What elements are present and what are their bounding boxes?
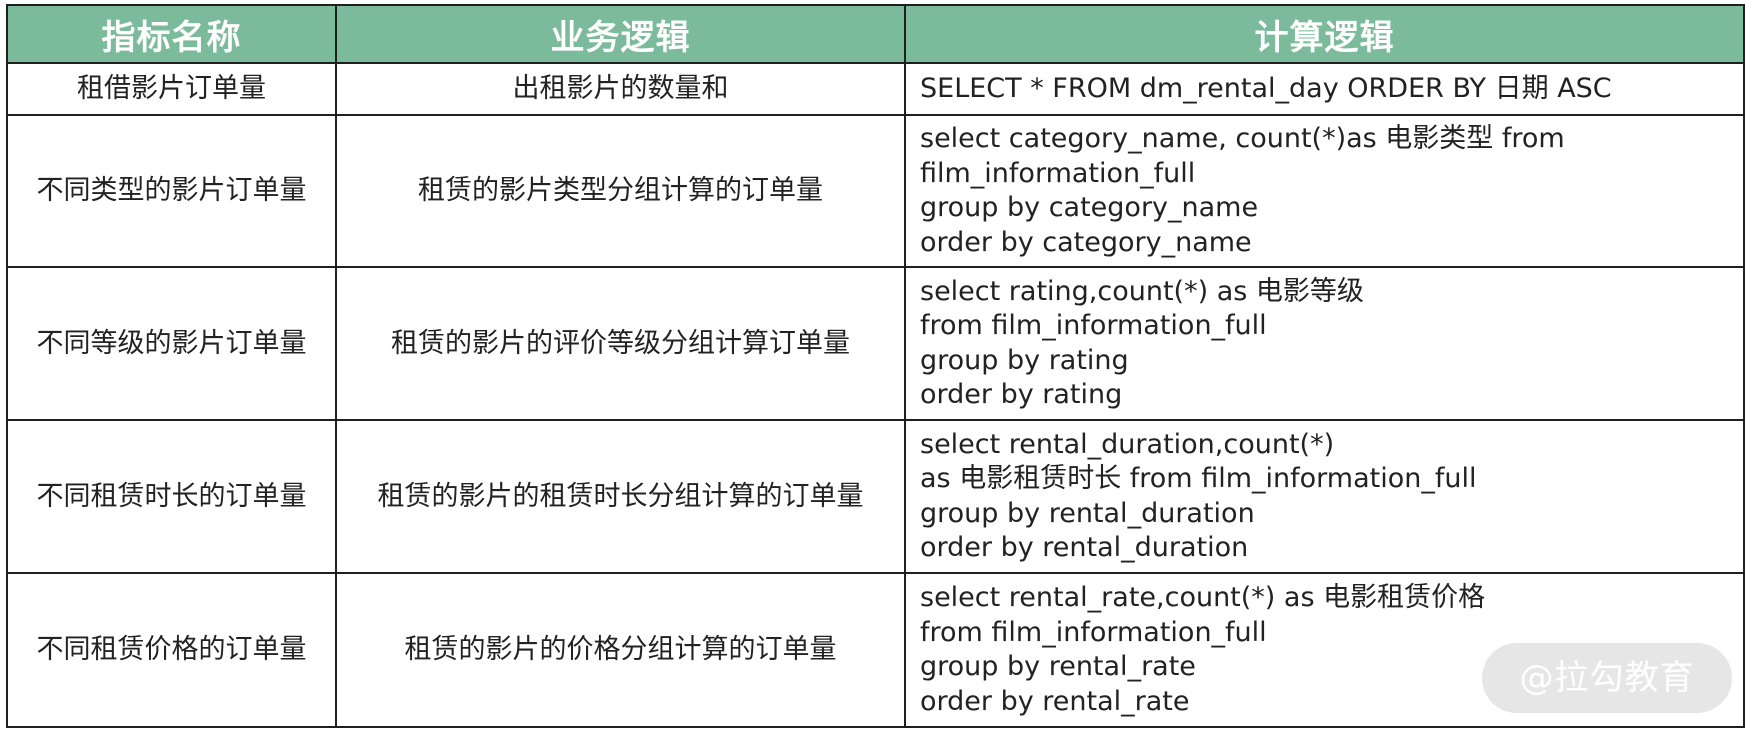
table-row: 不同租赁价格的订单量 租赁的影片的价格分组计算的订单量 select renta… bbox=[6, 572, 1745, 728]
table-row: 不同类型的影片订单量 租赁的影片类型分组计算的订单量 select catego… bbox=[6, 114, 1745, 268]
metric-name-cell: 租借影片订单量 bbox=[6, 62, 337, 116]
sql-line: select rating,count(*) as 电影等级 bbox=[920, 275, 1364, 307]
calculation-logic-cell: select rental_duration,count(*) as 电影租赁时… bbox=[904, 419, 1745, 574]
metrics-table-container: 指标名称 业务逻辑 计算逻辑 租借影片订单量 出租影片的数量和 SELECT *… bbox=[6, 4, 1745, 728]
table-row: 租借影片订单量 出租影片的数量和 SELECT * FROM dm_rental… bbox=[6, 62, 1745, 116]
business-logic-cell: 租赁的影片的价格分组计算的订单量 bbox=[335, 572, 906, 728]
header-business-logic: 业务逻辑 bbox=[335, 4, 906, 64]
sql-line: film_information_full bbox=[920, 157, 1196, 189]
table-header-row: 指标名称 业务逻辑 计算逻辑 bbox=[6, 4, 1745, 64]
metric-name-cell: 不同租赁价格的订单量 bbox=[6, 572, 337, 728]
sql-line: order by rating bbox=[920, 379, 1123, 410]
sql-line: group by rating bbox=[920, 344, 1129, 376]
table-row: 不同等级的影片订单量 租赁的影片的评价等级分组计算订单量 select rati… bbox=[6, 266, 1745, 421]
sql-line: select category_name, count(*)as 电影类型 fr… bbox=[920, 123, 1565, 154]
sql-line: select rental_duration,count(*) bbox=[920, 428, 1335, 460]
sql-line: SELECT * FROM dm_rental_day ORDER BY 日期 … bbox=[920, 72, 1612, 104]
header-metric-name: 指标名称 bbox=[6, 4, 337, 64]
calculation-logic-cell: select category_name, count(*)as 电影类型 fr… bbox=[904, 114, 1745, 268]
calculation-logic-cell: SELECT * FROM dm_rental_day ORDER BY 日期 … bbox=[904, 62, 1745, 116]
watermark-badge: @拉勾教育 bbox=[1482, 643, 1732, 713]
sql-line: from film_information_full bbox=[920, 310, 1267, 341]
calculation-logic-cell: select rating,count(*) as 电影等级 from film… bbox=[904, 266, 1745, 421]
sql-line: group by category_name bbox=[920, 192, 1259, 223]
metrics-table: 指标名称 业务逻辑 计算逻辑 租借影片订单量 出租影片的数量和 SELECT *… bbox=[6, 4, 1745, 728]
sql-line: order by rental_duration bbox=[920, 532, 1249, 563]
sql-line: as 电影租赁时长 from film_information_full bbox=[920, 463, 1477, 494]
header-calculation-logic: 计算逻辑 bbox=[904, 4, 1745, 64]
sql-line: group by rental_duration bbox=[920, 497, 1255, 529]
business-logic-cell: 租赁的影片的评价等级分组计算订单量 bbox=[335, 266, 906, 421]
table-row: 不同租赁时长的订单量 租赁的影片的租赁时长分组计算的订单量 select ren… bbox=[6, 419, 1745, 574]
business-logic-cell: 租赁的影片的租赁时长分组计算的订单量 bbox=[335, 419, 906, 574]
sql-line: order by category_name bbox=[920, 226, 1252, 258]
metric-name-cell: 不同租赁时长的订单量 bbox=[6, 419, 337, 574]
business-logic-cell: 租赁的影片类型分组计算的订单量 bbox=[335, 114, 906, 268]
metric-name-cell: 不同类型的影片订单量 bbox=[6, 114, 337, 268]
sql-line: select rental_rate,count(*) as 电影租赁价格 bbox=[920, 582, 1486, 613]
metric-name-cell: 不同等级的影片订单量 bbox=[6, 266, 337, 421]
business-logic-cell: 出租影片的数量和 bbox=[335, 62, 906, 116]
